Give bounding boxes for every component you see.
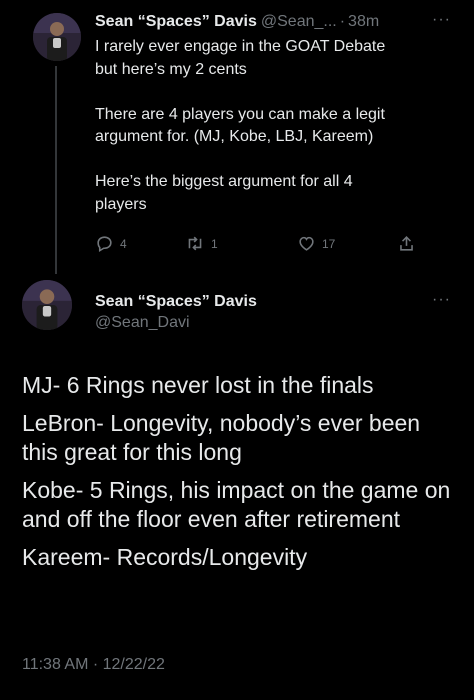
retweet-icon: [188, 236, 202, 251]
reply-count: 4: [120, 236, 127, 251]
share-icon: [400, 236, 413, 251]
tweet-time[interactable]: 38m: [348, 12, 379, 32]
main-tweet-text: MJ- 6 Rings never lost in the finals LeB…: [22, 371, 462, 580]
handle[interactable]: @Sean_...: [261, 12, 337, 32]
more-icon[interactable]: ···: [432, 12, 451, 28]
like-count: 17: [322, 236, 336, 251]
tweet-actions: 4 1 17: [95, 234, 435, 256]
avatar[interactable]: [33, 13, 81, 61]
display-name[interactable]: Sean “Spaces” Davis: [95, 12, 257, 32]
separator-dot: ·: [339, 13, 346, 30]
tweet-text: I rarely ever engage in the GOAT Debate …: [95, 38, 386, 213]
more-icon[interactable]: ···: [432, 292, 451, 308]
tweet-timestamp[interactable]: 11:38 AM · 12/22/22: [22, 656, 165, 674]
reply-icon: [97, 236, 112, 253]
like-icon: [299, 236, 314, 251]
like-button[interactable]: 17: [297, 234, 335, 253]
retweet-button[interactable]: 1: [185, 234, 218, 253]
retweet-count: 1: [211, 236, 218, 251]
tweet-author[interactable]: Sean “Spaces” Davis @Sean_Davi: [95, 292, 257, 333]
paragraph-lebron: LeBron- Longevity, nobody’s ever been th…: [22, 409, 421, 466]
display-name[interactable]: Sean “Spaces” Davis: [95, 292, 257, 312]
paragraph-kobe: Kobe- 5 Rings, his impact on the game on…: [22, 476, 451, 533]
paragraph-mj: MJ- 6 Rings never lost in the finals: [22, 372, 374, 398]
thread-tweet[interactable]: Sean “Spaces” Davis @Sean_... · 38m I ra…: [0, 0, 474, 274]
avatar[interactable]: [22, 280, 72, 330]
paragraph-kareem: Kareem- Records/Longevity: [22, 543, 308, 570]
share-button[interactable]: [397, 234, 422, 253]
reply-button[interactable]: 4: [95, 234, 127, 253]
thread-line: [55, 66, 57, 274]
handle[interactable]: @Sean_Davi: [95, 313, 257, 333]
